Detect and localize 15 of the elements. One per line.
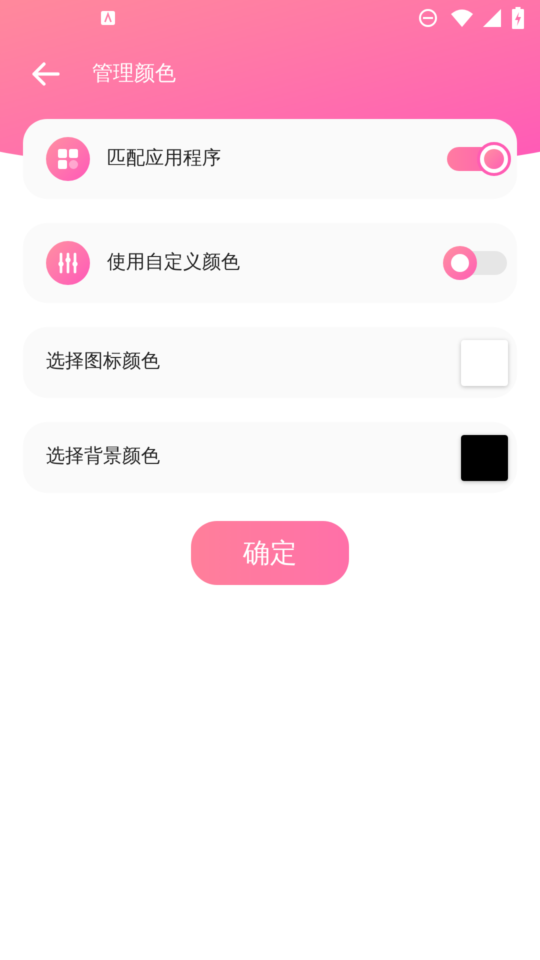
battery-icon xyxy=(512,7,524,29)
grid-icon xyxy=(57,148,79,170)
color-swatch[interactable] xyxy=(461,340,508,386)
confirm-button[interactable]: 确定 xyxy=(191,521,349,585)
setting-label: 选择图标颜色 xyxy=(46,350,161,374)
setting-label: 选择背景颜色 xyxy=(46,445,161,470)
do-not-disturb-icon xyxy=(418,8,438,28)
sliders-icon xyxy=(57,252,79,274)
setting-label: 使用自定义颜色 xyxy=(107,250,241,275)
color-swatch[interactable] xyxy=(461,434,508,480)
signal-icon xyxy=(482,8,502,28)
wifi-icon xyxy=(450,8,474,28)
setting-label: 匹配应用程序 xyxy=(107,146,222,171)
page-title: 管理颜色 xyxy=(92,61,176,88)
notification-icon xyxy=(100,10,116,26)
